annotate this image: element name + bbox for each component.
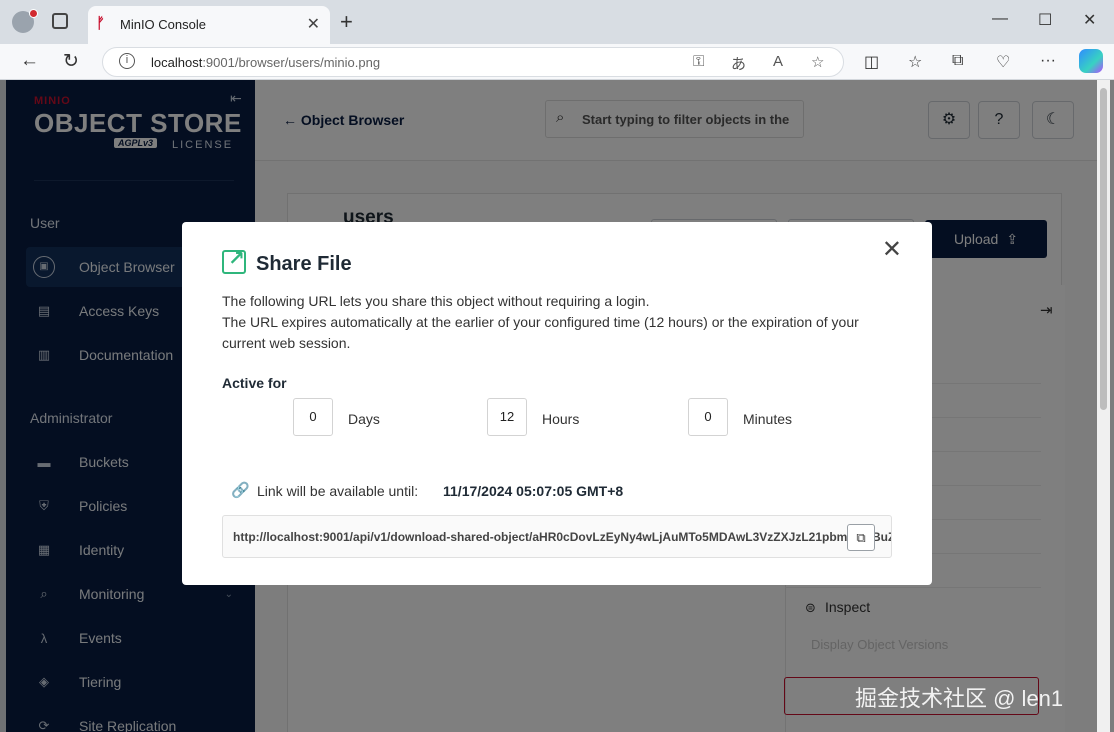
notification-dot-icon <box>29 9 38 18</box>
new-tab-icon[interactable]: + <box>340 9 353 35</box>
more-menu-icon[interactable]: ··· <box>1040 52 1056 70</box>
active-for-label: Active for <box>222 375 287 391</box>
days-label: Days <box>348 411 380 427</box>
minio-favicon-icon: ᚠ <box>96 15 106 32</box>
read-aloud-icon[interactable]: A <box>773 53 783 70</box>
link-expiry-date: 11/17/2024 05:07:05 GMT+8 <box>443 483 624 499</box>
hours-input[interactable]: 12 <box>487 398 527 436</box>
share-file-modal: ✕ ↗ Share File The following URL lets yo… <box>182 222 932 585</box>
window-close-icon[interactable]: ✕ <box>1083 10 1096 30</box>
share-url-text: http://localhost:9001/api/v1/download-sh… <box>233 530 891 544</box>
copilot-icon[interactable] <box>1079 49 1103 73</box>
minutes-input[interactable]: 0 <box>688 398 728 436</box>
link-icon: 🔗 <box>231 482 250 499</box>
site-info-icon[interactable]: i <box>119 53 135 69</box>
share-url-field[interactable]: http://localhost:9001/api/v1/download-sh… <box>222 515 892 558</box>
tab-title: MinIO Console <box>120 17 206 32</box>
watermark: 掘金技术社区 @ len1 <box>855 686 1064 711</box>
share-arrow-icon: ↗ <box>228 248 245 270</box>
browser-tab[interactable]: ᚠ MinIO Console ✕ <box>88 6 330 44</box>
modal-description-line1: The following URL lets you share this ob… <box>222 293 650 309</box>
url-host: localhost <box>151 55 203 70</box>
link-available-label: Link will be available until: <box>257 483 419 499</box>
favorites-icon[interactable]: ☆ <box>908 52 922 72</box>
tab-actions-icon[interactable] <box>52 13 68 29</box>
scrollbar-thumb[interactable] <box>1100 88 1107 410</box>
copy-url-button[interactable]: ⧉ <box>847 524 875 551</box>
url-input[interactable]: i localhost:9001/browser/users/minio.png… <box>102 47 844 77</box>
collections-icon[interactable]: ⧉ <box>952 52 963 70</box>
modal-description: The following URL lets you share this ob… <box>222 291 892 354</box>
back-icon[interactable]: ← <box>20 50 39 72</box>
days-input[interactable]: 0 <box>293 398 333 436</box>
close-icon[interactable]: ✕ <box>882 238 902 262</box>
modal-description-line2: The URL expires automatically at the ear… <box>222 314 859 351</box>
browser-essentials-icon[interactable]: ♡ <box>996 52 1010 72</box>
browser-titlebar: ᚠ MinIO Console ✕ + — ☐ ✕ <box>0 0 1114 44</box>
refresh-icon[interactable]: ↻ <box>63 50 79 73</box>
modal-title: Share File <box>256 253 352 275</box>
address-bar: ← ↻ i localhost:9001/browser/users/minio… <box>0 44 1114 80</box>
tab-close-icon[interactable]: ✕ <box>307 14 320 34</box>
minimize-icon[interactable]: — <box>992 10 1008 28</box>
hours-label: Hours <box>542 411 580 427</box>
copy-icon: ⧉ <box>856 530 866 545</box>
translate-icon[interactable]: あ <box>731 53 746 74</box>
url-text: localhost:9001/browser/users/minio.png <box>151 55 380 70</box>
minutes-label: Minutes <box>743 411 793 427</box>
maximize-icon[interactable]: ☐ <box>1038 10 1052 30</box>
url-path: :9001/browser/users/minio.png <box>202 55 381 70</box>
split-screen-icon[interactable]: ◫ <box>864 52 879 72</box>
favorite-star-icon[interactable]: ☆ <box>811 53 824 71</box>
password-key-icon[interactable]: ⚿ <box>693 53 704 70</box>
